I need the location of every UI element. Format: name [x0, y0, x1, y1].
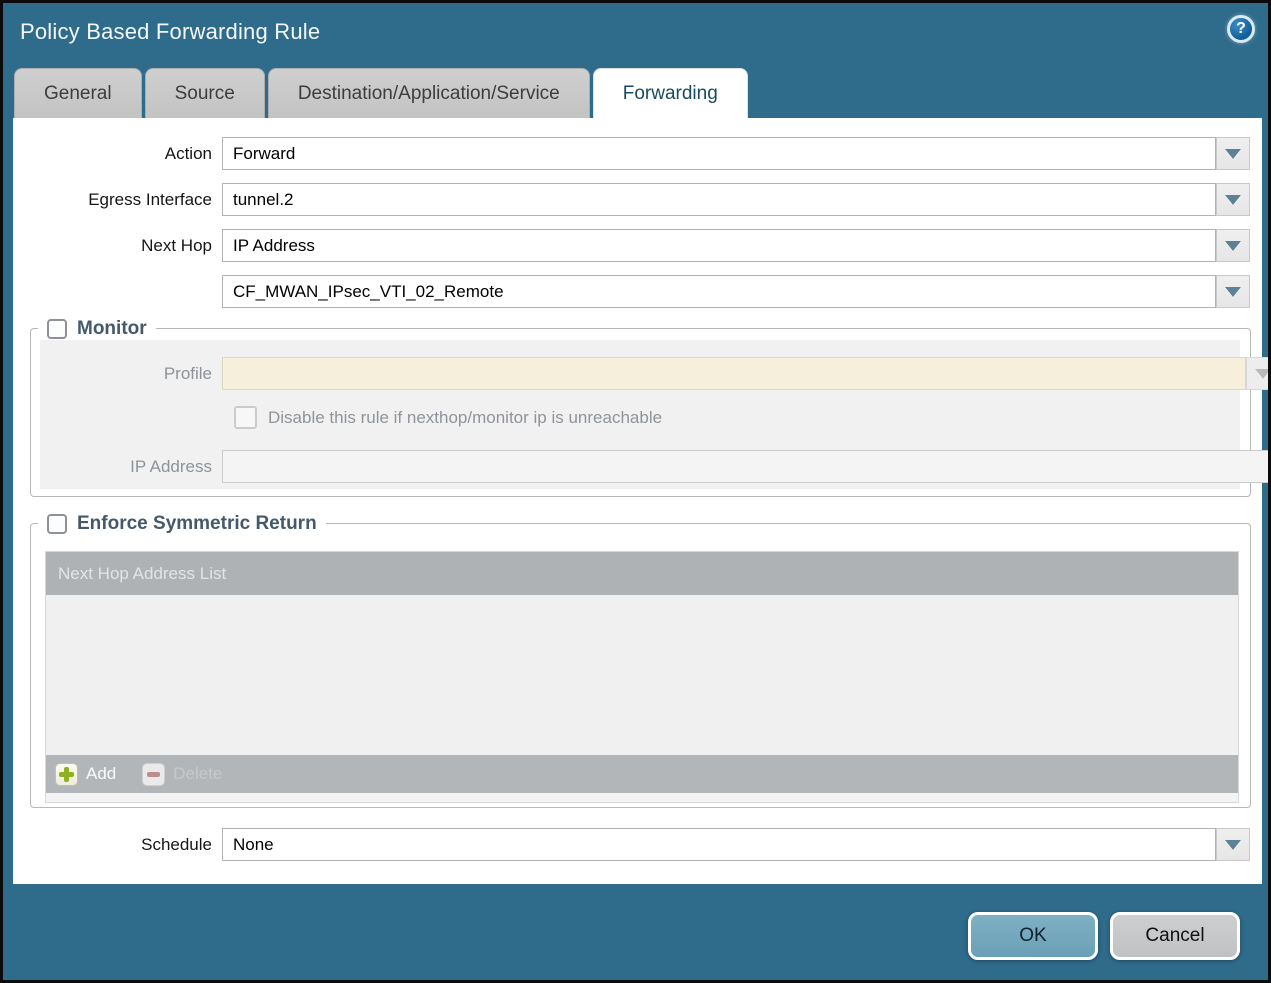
next-hop-address-dropdown-button[interactable]	[1216, 275, 1250, 308]
enforce-symmetric-return-checkbox[interactable]	[47, 514, 67, 534]
monitor-ip-input	[222, 450, 1271, 483]
chevron-down-icon	[1225, 149, 1241, 159]
schedule-label: Schedule	[13, 828, 212, 861]
minus-icon	[142, 763, 165, 786]
schedule-value[interactable]: None	[222, 828, 1216, 861]
monitor-ip-label: IP Address	[40, 450, 212, 483]
tab-forwarding[interactable]: Forwarding	[593, 68, 748, 118]
delete-button: Delete	[142, 763, 222, 786]
action-label: Action	[13, 137, 212, 170]
egress-interface-row: Egress Interface tunnel.2	[13, 183, 1262, 216]
action-dropdown-button[interactable]	[1216, 137, 1250, 170]
next-hop-address-value[interactable]: CF_MWAN_IPsec_VTI_02_Remote	[222, 275, 1216, 308]
tab-destination-application-service[interactable]: Destination/Application/Service	[268, 68, 590, 118]
egress-interface-label: Egress Interface	[13, 183, 212, 216]
table-scroll-strip	[46, 793, 1238, 802]
profile-dropdown	[222, 357, 1271, 390]
monitor-fieldset: Monitor Profile Disable this rule if nex…	[30, 328, 1251, 497]
enforce-symmetric-return-legend-label: Enforce Symmetric Return	[77, 513, 317, 535]
enforce-symmetric-return-legend: Enforce Symmetric Return	[38, 510, 326, 537]
egress-interface-dropdown-button[interactable]	[1216, 183, 1250, 216]
schedule-dropdown-button[interactable]	[1216, 828, 1250, 861]
action-dropdown: Forward	[222, 137, 1250, 170]
profile-value	[222, 357, 1246, 390]
profile-dropdown-button	[1246, 357, 1271, 390]
ok-button[interactable]: OK	[968, 912, 1098, 960]
next-hop-address-list-body[interactable]	[46, 595, 1238, 755]
egress-interface-dropdown: tunnel.2	[222, 183, 1250, 216]
schedule-dropdown: None	[222, 828, 1250, 861]
next-hop-row: Next Hop IP Address	[13, 229, 1262, 262]
chevron-down-icon	[1225, 195, 1241, 205]
monitor-disabled-area: Profile Disable this rule if nexthop/mon…	[40, 340, 1240, 489]
egress-interface-value[interactable]: tunnel.2	[222, 183, 1216, 216]
next-hop-type-dropdown: IP Address	[222, 229, 1250, 262]
disable-rule-row: Disable this rule if nexthop/monitor ip …	[40, 406, 1240, 439]
monitor-legend: Monitor	[38, 315, 156, 342]
next-hop-type-dropdown-button[interactable]	[1216, 229, 1250, 262]
tab-source[interactable]: Source	[145, 68, 265, 118]
enforce-symmetric-return-fieldset: Enforce Symmetric Return Next Hop Addres…	[30, 523, 1251, 808]
action-row: Action Forward	[13, 137, 1262, 170]
add-button[interactable]: Add	[55, 763, 116, 786]
plus-icon	[55, 763, 78, 786]
chevron-down-icon	[1225, 840, 1241, 850]
tab-general[interactable]: General	[14, 68, 142, 118]
chevron-down-icon	[1255, 369, 1271, 379]
cancel-button[interactable]: Cancel	[1110, 912, 1240, 960]
table-footer-bar: Add Delete	[46, 755, 1238, 793]
monitor-legend-label: Monitor	[77, 318, 147, 340]
schedule-row: Schedule None	[13, 828, 1262, 861]
next-hop-label: Next Hop	[13, 229, 212, 262]
help-icon[interactable]: ?	[1227, 15, 1255, 43]
monitor-ip-row: IP Address	[40, 450, 1240, 483]
disable-rule-label: Disable this rule if nexthop/monitor ip …	[268, 406, 662, 429]
next-hop-address-dropdown: CF_MWAN_IPsec_VTI_02_Remote	[222, 275, 1250, 308]
next-hop-address-row: CF_MWAN_IPsec_VTI_02_Remote	[13, 275, 1262, 308]
chevron-down-icon	[1225, 241, 1241, 251]
next-hop-address-list-header: Next Hop Address List	[46, 552, 1238, 595]
profile-row: Profile	[40, 357, 1240, 390]
next-hop-type-value[interactable]: IP Address	[222, 229, 1216, 262]
profile-label: Profile	[40, 357, 212, 390]
policy-based-forwarding-dialog: Policy Based Forwarding Rule ? General S…	[0, 0, 1271, 983]
add-button-label: Add	[86, 764, 116, 784]
forwarding-tab-panel: Action Forward Egress Interface tunnel.2…	[13, 118, 1262, 884]
monitor-checkbox[interactable]	[47, 319, 67, 339]
tab-bar: General Source Destination/Application/S…	[14, 68, 748, 118]
delete-button-label: Delete	[173, 764, 222, 784]
dialog-title: Policy Based Forwarding Rule	[20, 19, 320, 45]
action-value[interactable]: Forward	[222, 137, 1216, 170]
disable-rule-checkbox	[234, 406, 257, 429]
chevron-down-icon	[1225, 287, 1241, 297]
next-hop-address-list-table: Next Hop Address List Add Delete	[45, 551, 1239, 803]
titlebar: Policy Based Forwarding Rule ?	[3, 3, 1268, 65]
